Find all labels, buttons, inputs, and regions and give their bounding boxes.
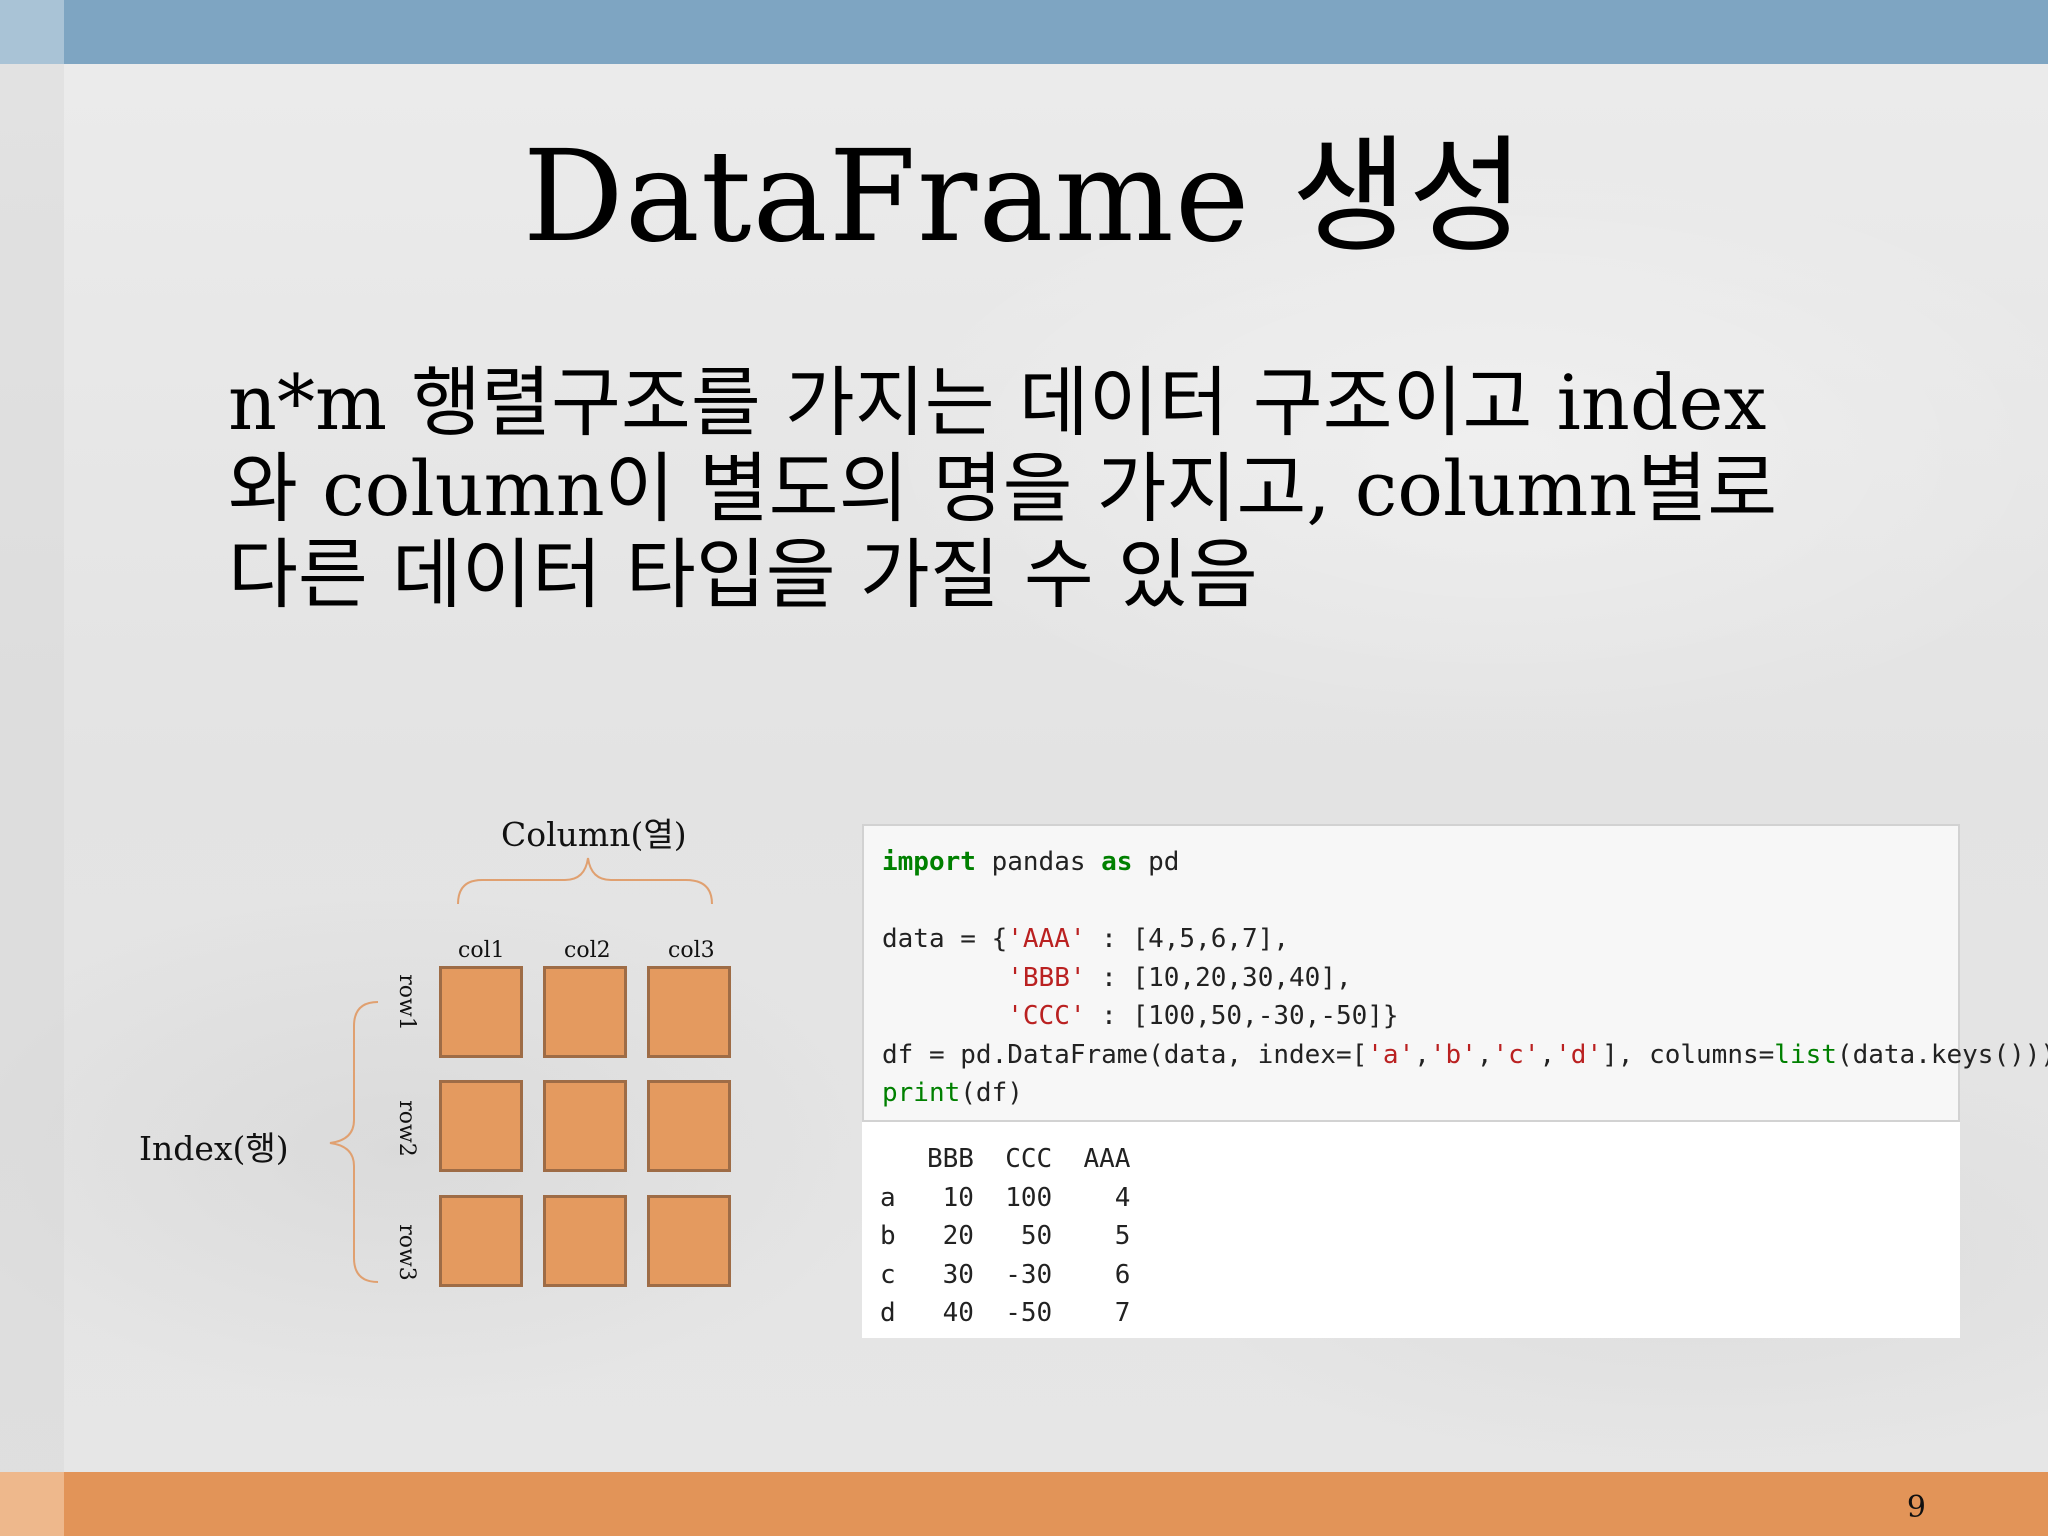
- top-accent-bar: [0, 0, 2048, 64]
- code-screenshot: import pandas as pd data = {'AAA' : [4,5…: [862, 824, 2048, 1338]
- output-line: BBB CCC AAA: [880, 1144, 1131, 1174]
- column-label: col2: [564, 938, 611, 963]
- code-input-cell: import pandas as pd data = {'AAA' : [4,5…: [862, 824, 2048, 1122]
- row-label: row3: [393, 1224, 419, 1281]
- grid-cell: [647, 1195, 731, 1287]
- body-line: n*m 행렬구조를 가지는 데이터 구조이고 index: [228, 358, 1767, 447]
- output-line: b 20 50 5: [880, 1221, 1131, 1251]
- index-caption: Index(행): [139, 1129, 289, 1168]
- body-line: 다른 데이터 타입을 가질 수 있음: [228, 530, 1258, 619]
- column-label: col3: [668, 938, 715, 963]
- grid-cell: [439, 966, 523, 1058]
- row-label: row1: [393, 974, 419, 1031]
- code-block: import pandas as pd data = {'AAA' : [4,5…: [882, 847, 2048, 1108]
- grid-cell: [439, 1080, 523, 1172]
- page-number: 9: [1906, 1490, 1926, 1525]
- row-label: row2: [393, 1100, 419, 1157]
- grid-cell: [543, 1195, 627, 1287]
- output-line: d 40 -50 7: [880, 1298, 1131, 1328]
- slide-body: n*m 행렬구조를 가지는 데이터 구조이고 index 와 column이 별…: [228, 360, 1928, 618]
- bottom-accent-bar: [0, 1472, 2048, 1536]
- output-line: a 10 100 4: [880, 1182, 1131, 1213]
- code-keyword: import: [882, 847, 976, 877]
- grid-cell: [647, 1080, 731, 1172]
- column-caption: Column(열): [501, 815, 687, 854]
- column-label: col1: [458, 938, 505, 963]
- grid-cell: [543, 1080, 627, 1172]
- body-line: 와 column이 별도의 명을 가지고, column별로: [228, 444, 1778, 533]
- bottom-accent-bar-corner: [0, 1472, 64, 1536]
- grid-cell: [647, 966, 731, 1058]
- grid-cell: [439, 1195, 523, 1287]
- code-output: BBB CCC AAA a 10 100 4 b 20 50 5 c 30 -3…: [880, 1140, 1130, 1333]
- grid-cell: [543, 966, 627, 1058]
- top-accent-bar-corner: [0, 0, 64, 64]
- slide-title: DataFrame 생성: [522, 123, 1526, 270]
- output-line: c 30 -30 6: [880, 1259, 1131, 1290]
